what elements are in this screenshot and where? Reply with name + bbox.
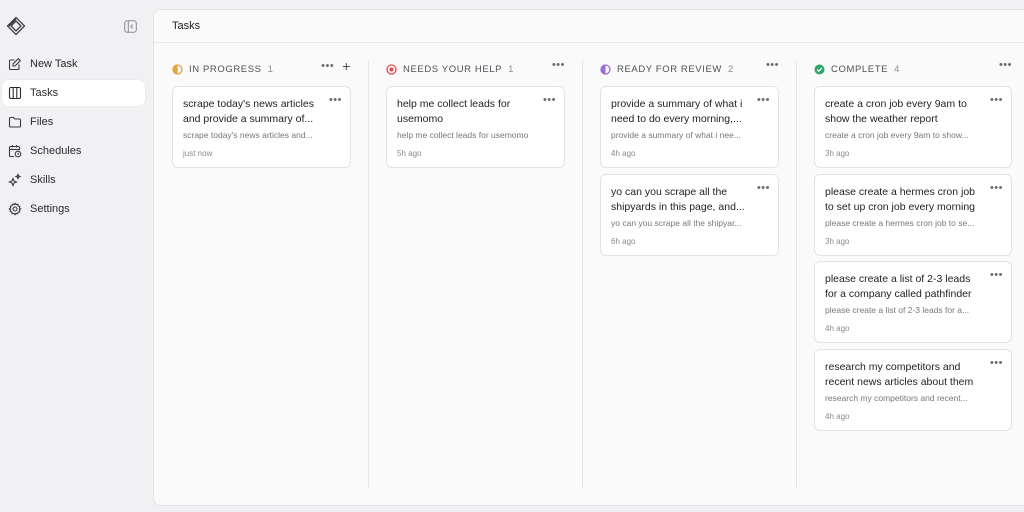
task-card[interactable]: yo can you scrape all the shipyards in t…: [600, 174, 779, 256]
header-bar: Tasks: [154, 10, 1024, 43]
column-more-icon[interactable]: •••: [766, 60, 779, 71]
column-more-icon[interactable]: •••: [321, 61, 334, 72]
task-subtitle: scrape today's news articles and...: [183, 130, 313, 140]
task-time: just now: [183, 149, 213, 158]
edit-icon: [8, 57, 22, 71]
column-title: NEEDS YOUR HELP: [403, 63, 503, 75]
sidebar-item-label: Tasks: [30, 87, 59, 99]
column-divider: [368, 61, 369, 489]
sidebar-item-label: Settings: [30, 203, 70, 215]
sidebar-item-files[interactable]: Files: [2, 109, 145, 135]
sidebar-item-label: Skills: [30, 174, 56, 186]
column-in-progress: IN PROGRESS 1 ••• + scrape today's news …: [172, 43, 351, 489]
task-card[interactable]: create a cron job every 9am to show the …: [814, 86, 1012, 168]
task-time: 4h ago: [825, 324, 850, 333]
column-count: 4: [894, 63, 900, 75]
column-more-icon[interactable]: •••: [999, 60, 1012, 71]
card-more-icon[interactable]: •••: [757, 183, 770, 194]
folder-icon: [8, 115, 22, 129]
card-more-icon[interactable]: •••: [990, 95, 1003, 106]
column-count: 2: [727, 63, 734, 75]
sidebar-item-label: Files: [30, 116, 54, 128]
task-subtitle: research my competitors and recent...: [825, 393, 968, 403]
task-title: please create a hermes cron job to set u…: [825, 186, 975, 213]
task-card[interactable]: research my competitors and recent news …: [814, 349, 1012, 431]
column-title: IN PROGRESS: [189, 63, 262, 75]
task-card[interactable]: please create a list of 2-3 leads for a …: [814, 261, 1012, 343]
app-window: New Task Tasks Files Schedules Skills Se…: [0, 0, 1024, 512]
column-divider: [796, 61, 797, 489]
column-count: 1: [508, 63, 514, 75]
calendar-clock-icon: [8, 144, 22, 158]
task-title: yo can you scrape all the shipyards in t…: [611, 186, 745, 213]
main-panel: Tasks IN PROGRESS 1 ••• + scrape today's…: [153, 9, 1024, 506]
column-needs-your-help: NEEDS YOUR HELP 1 ••• help me collect le…: [386, 43, 565, 489]
sidebar-item-schedules[interactable]: Schedules: [2, 138, 145, 164]
task-time: 4h ago: [825, 412, 850, 421]
review-status-icon: [600, 63, 611, 75]
needs-help-status-icon: [386, 63, 397, 75]
column-header: READY FOR REVIEW 2 •••: [600, 60, 779, 78]
card-more-icon[interactable]: •••: [990, 358, 1003, 369]
task-time: 3h ago: [825, 149, 850, 158]
column-header: IN PROGRESS 1 ••• +: [172, 59, 351, 78]
sidebar-item-tasks[interactable]: Tasks: [2, 80, 145, 106]
task-subtitle: yo can you scrape all the shipyar...: [611, 218, 742, 228]
check-circle-icon: [814, 64, 825, 75]
task-title: scrape today's news articles and provide…: [183, 98, 314, 125]
collapse-sidebar-icon[interactable]: [124, 20, 137, 33]
sparkles-icon: [8, 173, 22, 187]
kanban-board: IN PROGRESS 1 ••• + scrape today's news …: [154, 43, 1024, 499]
column-more-icon[interactable]: •••: [552, 60, 565, 71]
sidebar-item-skills[interactable]: Skills: [2, 167, 145, 193]
sidebar-nav: New Task Tasks Files Schedules Skills Se…: [0, 51, 153, 225]
sidebar-item-label: Schedules: [30, 145, 82, 157]
task-time: 3h ago: [825, 237, 850, 246]
task-title: please create a list of 2-3 leads for a …: [825, 273, 972, 300]
column-header: NEEDS YOUR HELP 1 •••: [386, 60, 565, 78]
page-title: Tasks: [172, 20, 201, 32]
in-progress-status-icon: [172, 63, 183, 75]
task-card[interactable]: provide a summary of what i need to do e…: [600, 86, 779, 168]
card-more-icon[interactable]: •••: [990, 183, 1003, 194]
gear-icon: [8, 202, 22, 216]
columns-icon: [8, 86, 22, 100]
card-more-icon[interactable]: •••: [329, 95, 342, 106]
task-card[interactable]: help me collect leads for usemomo help m…: [386, 86, 565, 168]
column-complete: COMPLETE 4 ••• create a cron job every 9…: [814, 43, 1012, 489]
task-title: provide a summary of what i need to do e…: [611, 98, 743, 125]
task-card[interactable]: please create a hermes cron job to set u…: [814, 174, 1012, 256]
column-count: 1: [267, 63, 273, 75]
task-card[interactable]: scrape today's news articles and provide…: [172, 86, 351, 168]
card-more-icon[interactable]: •••: [757, 95, 770, 106]
app-logo-icon[interactable]: [6, 16, 26, 36]
sidebar: New Task Tasks Files Schedules Skills Se…: [0, 0, 153, 512]
task-subtitle: please create a list of 2-3 leads for a.…: [825, 305, 970, 315]
task-time: 6h ago: [611, 237, 636, 246]
task-time: 5h ago: [397, 149, 422, 158]
column-title: COMPLETE: [831, 63, 889, 75]
task-title: research my competitors and recent news …: [825, 361, 974, 388]
task-title: create a cron job every 9am to show the …: [825, 98, 967, 125]
column-title: READY FOR REVIEW: [617, 63, 722, 75]
sidebar-item-label: New Task: [30, 58, 78, 70]
sidebar-item-new-task[interactable]: New Task: [2, 51, 145, 77]
column-header: COMPLETE 4 •••: [814, 60, 1012, 78]
column-divider: [582, 61, 583, 489]
column-ready-for-review: READY FOR REVIEW 2 ••• provide a summary…: [600, 43, 779, 489]
task-subtitle: create a cron job every 9am to show...: [825, 130, 969, 140]
add-task-icon[interactable]: +: [342, 59, 351, 73]
card-more-icon[interactable]: •••: [543, 95, 556, 106]
sidebar-item-settings[interactable]: Settings: [2, 196, 145, 222]
task-subtitle: provide a summary of what i nee...: [611, 130, 741, 140]
task-subtitle: please create a hermes cron job to se...: [825, 218, 975, 228]
task-subtitle: help me collect leads for usemomo: [397, 130, 529, 140]
card-more-icon[interactable]: •••: [990, 270, 1003, 281]
task-title: help me collect leads for usemomo: [397, 98, 511, 125]
task-time: 4h ago: [611, 149, 636, 158]
